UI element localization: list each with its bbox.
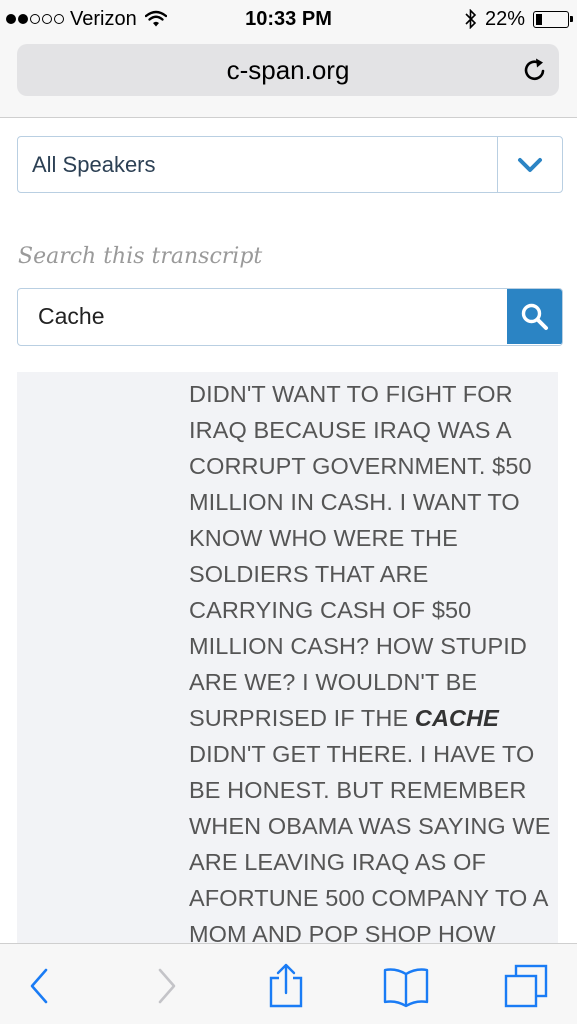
address-bar[interactable]: c-span.org [17,44,559,96]
transcript-search-input[interactable] [18,289,508,344]
battery-icon [533,10,573,28]
reload-icon[interactable] [521,56,549,84]
share-button[interactable] [262,962,310,1010]
forward-button[interactable] [142,962,190,1010]
browser-address-area: c-span.org [0,38,577,118]
status-right: 22% [465,6,573,32]
speaker-filter-select[interactable]: All Speakers [17,136,563,193]
transcript-panel: DIDN'T WANT TO FIGHT FOR IRAQ BECAUSE IR… [17,372,558,972]
search-button[interactable] [507,289,562,344]
transcript-text-before: DIDN'T WANT TO FIGHT FOR IRAQ BECAUSE IR… [189,381,532,731]
status-bar: Verizon 10:33 PM 22% [0,0,577,38]
transcript-text: DIDN'T WANT TO FIGHT FOR IRAQ BECAUSE IR… [189,376,551,952]
share-icon [269,963,303,1008]
back-button[interactable] [16,962,64,1010]
battery-level-fill [536,13,542,25]
url-text[interactable]: c-span.org [17,44,559,96]
tabs-icon [504,964,548,1008]
forward-icon [158,968,176,1004]
tabs-button[interactable] [502,962,550,1010]
transcript-text-after: DIDN'T GET THERE. I HAVE TO BE HONEST. B… [189,741,551,947]
browser-toolbar [0,943,577,1024]
back-icon [30,968,48,1004]
search-caption: Search this transcript [18,244,263,269]
transcript-search [17,288,563,346]
search-icon [521,303,548,330]
chevron-down-icon[interactable] [516,154,544,176]
search-match-highlight: CACHE [414,705,499,731]
speaker-filter-value: All Speakers [32,152,156,177]
bluetooth-icon [465,9,477,29]
select-divider [496,137,498,192]
bookmarks-icon [383,968,429,1008]
battery-percent: 22% [484,7,525,30]
bookmarks-button[interactable] [382,962,430,1010]
